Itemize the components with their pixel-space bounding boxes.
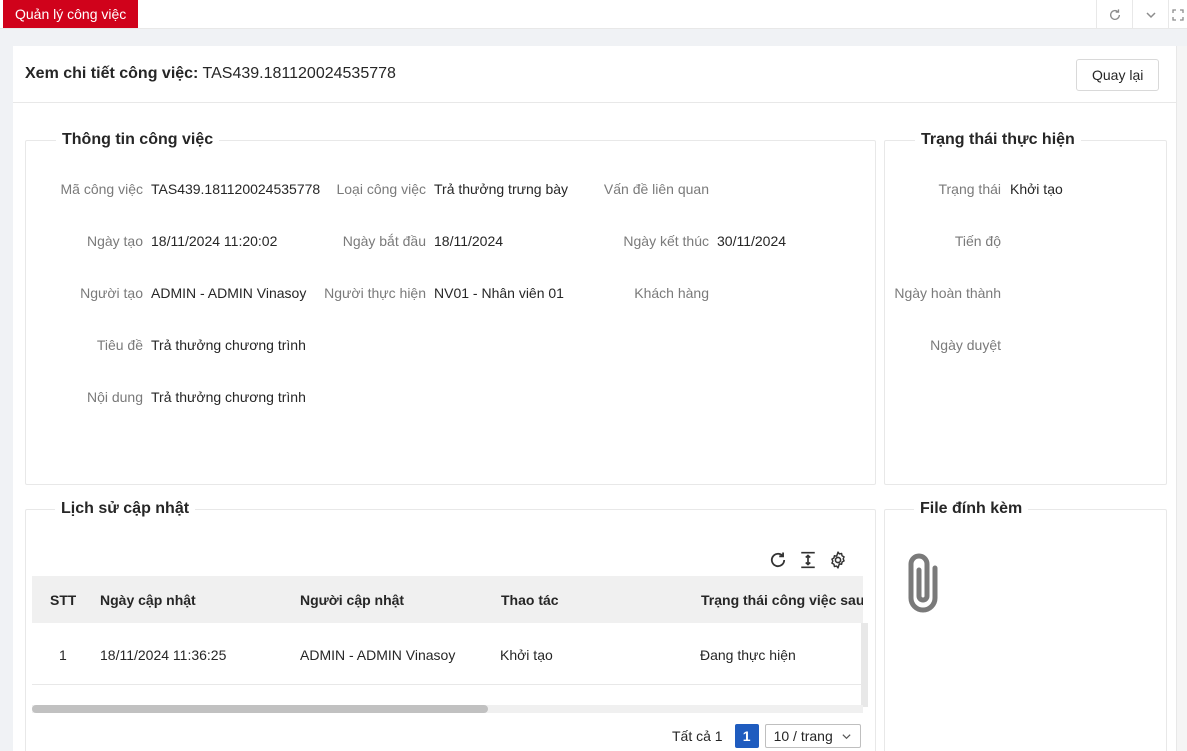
field-label-title: Tiêu đề <box>96 337 143 353</box>
page-size-value: 10 / trang <box>773 728 833 744</box>
table-horizontal-scrollbar[interactable] <box>32 705 863 713</box>
reload-icon <box>770 552 786 568</box>
cell-updated-date: 18/11/2024 11:36:25 <box>100 647 227 663</box>
field-value-status: Khởi tạo <box>1010 181 1063 197</box>
field-value-assignee: NV01 - Nhân viên 01 <box>434 285 564 301</box>
scrollbar-thumb[interactable] <box>32 705 488 713</box>
cell-updated-by: ADMIN - ADMIN Vinasoy <box>300 647 456 663</box>
task-info-panel: Thông tin công việc Mã công việc TAS439.… <box>25 131 876 485</box>
column-header-status-after[interactable]: Trạng thái công việc sau <box>701 592 863 608</box>
status-legend: Trạng thái thực hiện <box>915 131 1081 149</box>
table-density-button[interactable] <box>798 550 818 570</box>
field-value-title: Trả thưởng chương trình <box>151 337 306 353</box>
field-value-created-date: 18/11/2024 11:20:02 <box>151 233 278 249</box>
table-settings-button[interactable] <box>828 550 848 570</box>
tab-bar: Quản lý công việc <box>0 0 1187 29</box>
field-label-start-date: Ngày bắt đầu <box>342 233 426 249</box>
chevron-down-icon <box>842 733 851 739</box>
history-legend: Lịch sử cập nhật <box>55 500 196 518</box>
field-value-end-date: 30/11/2024 <box>717 233 787 249</box>
page-title-value: TAS439.181120024535778 <box>202 65 396 82</box>
fullscreen-button[interactable] <box>1168 0 1187 29</box>
field-label-completed-date: Ngày hoàn thành <box>894 285 1001 301</box>
page-header: Xem chi tiết công việc: TAS439.181120024… <box>13 46 1176 103</box>
page-number-1[interactable]: 1 <box>734 724 759 748</box>
cell-status-after: Đang thực hiện <box>700 647 796 663</box>
field-label-content: Nội dung <box>86 389 143 405</box>
page-size-select[interactable]: 10 / trang <box>764 724 861 748</box>
page-title: Xem chi tiết công việc: TAS439.181120024… <box>25 65 396 83</box>
history-panel: Lịch sử cập nhật STT Ngày cập nhật Người… <box>25 500 876 751</box>
pagination: Tất cả 1 1 10 / trang <box>672 724 861 748</box>
chevron-down-icon <box>1145 11 1156 18</box>
page-title-label: Xem chi tiết công việc: <box>25 65 199 82</box>
status-panel: Trạng thái thực hiện Trạng thái Khởi tạo… <box>884 131 1167 485</box>
field-label-task-type: Loại công việc <box>336 181 426 197</box>
reload-icon <box>1109 8 1120 20</box>
cell-stt: 1 <box>59 647 67 663</box>
column-header-updated-date[interactable]: Ngày cập nhật <box>100 592 196 608</box>
attachment-file[interactable] <box>901 546 949 621</box>
task-info-legend: Thông tin công việc <box>56 131 220 149</box>
table-reload-button[interactable] <box>768 550 788 570</box>
field-value-start-date: 18/11/2024 <box>434 233 504 249</box>
field-label-end-date: Ngày kết thúc <box>623 233 709 249</box>
field-label-created-date: Ngày tạo <box>86 233 143 249</box>
column-header-action[interactable]: Thao tác <box>501 592 559 608</box>
table-vertical-scrollbar[interactable] <box>861 623 868 707</box>
pagination-total: Tất cả 1 <box>672 728 723 744</box>
table-header: STT Ngày cập nhật Người cập nhật Thao tá… <box>32 576 863 623</box>
field-value-task-type: Trả thưởng trưng bày <box>434 181 569 197</box>
field-label-status: Trạng thái <box>938 181 1001 197</box>
field-value-content: Trả thưởng chương trình <box>151 389 306 405</box>
fullscreen-icon <box>1172 8 1184 21</box>
table-toolbar <box>768 550 848 570</box>
settings-icon <box>831 551 845 569</box>
field-label-approved-date: Ngày duyệt <box>930 337 1001 353</box>
field-label-customer: Khách hàng <box>634 285 709 301</box>
tab-task-management[interactable]: Quản lý công việc <box>3 0 139 28</box>
page-vertical-scrollbar[interactable] <box>1176 46 1187 751</box>
column-header-updated-by[interactable]: Người cập nhật <box>300 592 404 608</box>
back-button[interactable]: Quay lại <box>1076 59 1160 91</box>
field-label-progress: Tiến độ <box>954 233 1001 249</box>
reload-tabs-button[interactable] <box>1096 0 1132 29</box>
attachment-legend: File đính kèm <box>914 500 1029 518</box>
cell-action: Khởi tạo <box>500 647 553 663</box>
tab-dropdown-button[interactable] <box>1132 0 1168 29</box>
paperclip-icon <box>908 553 938 613</box>
field-label-task-code: Mã công việc <box>60 181 143 197</box>
column-header-stt[interactable]: STT <box>50 592 76 608</box>
field-label-related-issue: Vấn đề liên quan <box>603 181 709 197</box>
column-height-icon <box>801 551 815 569</box>
attachment-panel: File đính kèm <box>884 500 1167 751</box>
field-value-creator: ADMIN - ADMIN Vinasoy <box>151 285 307 301</box>
task-detail-page: Xem chi tiết công việc: TAS439.181120024… <box>13 46 1176 751</box>
field-label-creator: Người tạo <box>80 285 143 301</box>
field-label-assignee: Người thực hiện <box>324 285 426 301</box>
field-value-task-code: TAS439.181120024535778 <box>151 181 321 197</box>
table-row: 1 18/11/2024 11:36:25 ADMIN - ADMIN Vina… <box>32 623 863 685</box>
